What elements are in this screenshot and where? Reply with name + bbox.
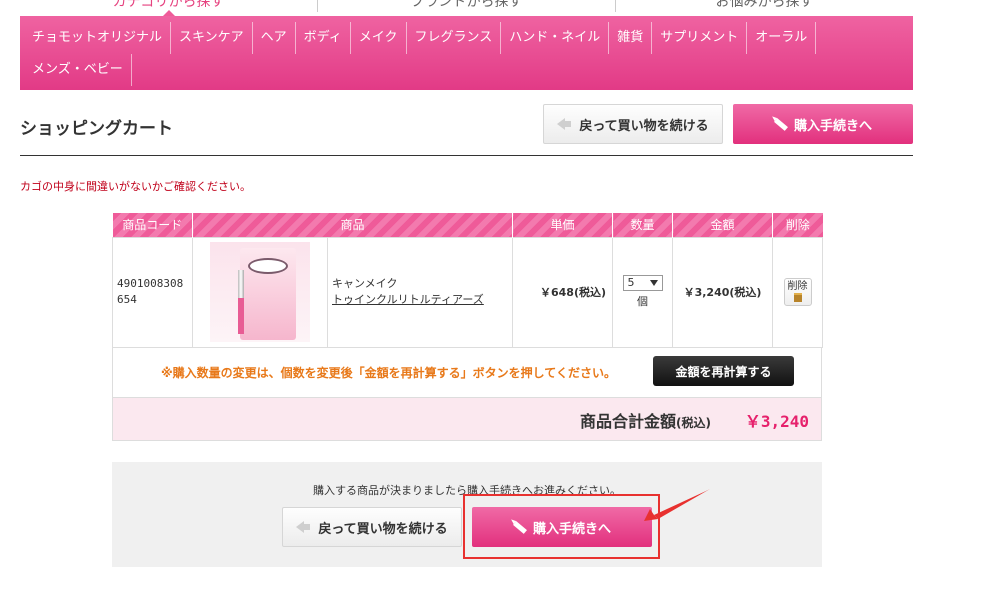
category-label: フレグランス [414,30,493,45]
tab-brand-label: ブランドから探す [410,0,523,10]
total-tax-note: (税込) [676,416,711,430]
header-delete: 削除 [772,213,823,237]
total-label: 商品合計金額(税込) [580,412,711,431]
tab-concern-label: お悩みから探す [715,0,814,10]
category-label: オーラル [755,30,808,45]
category-label: メイク [358,30,398,45]
category-list: チョモットオリジナル スキンケア ヘア ボディ メイク フレグランス ハンド・ネ… [26,22,907,86]
product-image[interactable] [210,242,310,342]
continue-shopping-label: 戻って買い物を続ける [579,118,709,134]
category-item-original[interactable]: チョモットオリジナル [26,22,172,54]
category-label: チョモットオリジナル [32,30,163,45]
quantity-cell: 5 個 [612,236,674,348]
category-bar: チョモットオリジナル スキンケア ヘア ボディ メイク フレグランス ハンド・ネ… [20,16,913,90]
chevron-down-icon [649,280,658,286]
quantity-select[interactable]: 5 [622,275,663,291]
arrow-left-icon [296,521,311,533]
total-value: ￥3,240 [744,412,809,431]
cart-table-header: 商品コード 商品 単価 数量 金額 削除 [112,213,823,237]
active-tab-caret-icon [163,10,175,16]
category-label: サプリメント [660,30,739,45]
proceed-to-checkout-button[interactable]: 購入手続きへ [733,104,913,144]
product-name-link[interactable]: トゥインクルリトルティアーズ [332,293,484,306]
category-label: メンズ・ベビー [32,62,123,77]
arrow-left-icon [557,118,572,130]
header-quantity: 数量 [612,213,674,237]
cart-table: 商品コード 商品 単価 数量 金額 削除 4901008308654 キャンメイ… [112,213,824,348]
trash-icon [793,293,802,302]
page-title: ショッピングカート [20,119,173,139]
annotation-arrow-icon [644,489,710,521]
category-label: ヘア [260,30,287,45]
category-item-makeup[interactable]: メイク [353,22,407,54]
header-amount: 金額 [672,213,774,237]
header-unit-price: 単価 [512,213,614,237]
category-item-goods[interactable]: 雑貨 [611,22,653,54]
table-row: 4901008308654 キャンメイク トゥインクルリトルティアーズ ￥648… [112,236,824,348]
continue-shopping-bottom-label: 戻って買い物を続ける [318,521,448,537]
top-tabs: カテゴリから探す ブランドから探す お悩みから探す [20,0,913,12]
annotation-highlight-box [463,494,660,559]
line-amount: ￥3,240(税込) [672,236,774,348]
category-item-supplement[interactable]: サプリメント [654,22,748,54]
tab-concern[interactable]: お悩みから探す [616,0,913,12]
quantity-value: 5 [627,276,635,289]
category-label: ボディ [303,30,342,45]
product-code: 4901008308654 [112,236,193,348]
category-item-body[interactable]: ボディ [298,22,351,54]
product-image-cell [192,236,328,348]
pencil-icon [774,117,788,131]
category-label: スキンケア [179,30,244,45]
proceed-label: 購入手続きへ [793,118,872,134]
delete-button[interactable]: 削除 [783,278,812,306]
heading-divider [20,155,913,156]
category-item-oral[interactable]: オーラル [749,22,817,54]
product-name-cell: キャンメイク トゥインクルリトルティアーズ [326,236,514,348]
quantity-unit: 個 [637,295,649,308]
category-item-hand-nail[interactable]: ハンド・ネイル [503,22,610,54]
category-item-fragrance[interactable]: フレグランス [409,22,502,54]
category-label: ハンド・ネイル [509,30,601,45]
category-item-mens-baby[interactable]: メンズ・ベビー [26,54,132,86]
unit-price: ￥648(税込) [512,236,614,348]
recalc-row: ※購入数量の変更は、個数を変更後「金額を再計算する」ボタンを押してください。 金… [112,347,822,398]
header-code: 商品コード [112,213,193,237]
product-brand: キャンメイク [332,277,398,290]
cart-notice: カゴの中身に間違いがないかご確認ください。 [20,180,251,193]
delete-label: 削除 [787,281,808,292]
recalculate-button[interactable]: 金額を再計算する [653,356,794,386]
header-product: 商品 [192,213,514,237]
category-label: 雑貨 [617,30,644,45]
continue-shopping-bottom-button[interactable]: 戻って買い物を続ける [282,507,462,547]
total-row: 商品合計金額(税込) ￥3,240 [112,397,822,441]
category-item-skincare[interactable]: スキンケア [173,22,253,54]
delete-cell: 削除 [772,236,824,348]
recalculate-label: 金額を再計算する [675,364,772,379]
category-item-hair[interactable]: ヘア [255,22,296,54]
tab-brand[interactable]: ブランドから探す [318,0,616,12]
recalc-message: ※購入数量の変更は、個数を変更後「金額を再計算する」ボタンを押してください。 [161,366,616,380]
continue-shopping-button[interactable]: 戻って買い物を続ける [543,104,723,144]
